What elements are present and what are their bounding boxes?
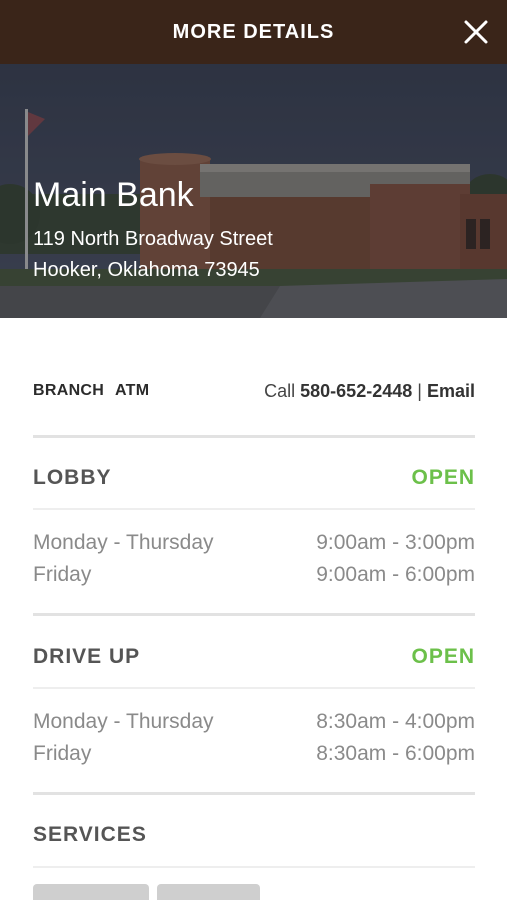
lobby-title: LOBBY (33, 466, 112, 489)
header-bar: MORE DETAILS (0, 0, 507, 64)
call-prefix: Call (264, 381, 296, 401)
lobby-hours-time: 9:00am - 6:00pm (316, 563, 475, 586)
service-chip[interactable] (157, 884, 260, 900)
contact-links: Call 580-652-2448 | Email (264, 381, 475, 402)
drive-up-status-badge: OPEN (411, 645, 475, 668)
app-screen: MORE DETAILS Main Bank 119 North Broadwa… (0, 0, 507, 900)
phone-link[interactable]: 580-652-2448 (300, 381, 412, 401)
atm-tab[interactable]: ATM (115, 382, 149, 400)
address-line-1: 119 North Broadway Street (33, 228, 273, 250)
branch-name: Main Bank (33, 176, 194, 214)
drive-up-hours-time: 8:30am - 6:00pm (316, 742, 475, 765)
divider (33, 866, 475, 868)
divider (33, 792, 475, 795)
drive-up-hours-day: Friday (33, 742, 92, 765)
lobby-hours-day: Monday - Thursday (33, 531, 214, 554)
lobby-hours-day: Friday (33, 563, 92, 586)
lobby-hours-time: 9:00am - 3:00pm (316, 531, 475, 554)
divider (33, 613, 475, 616)
close-icon (464, 20, 488, 44)
contact-separator: | (417, 381, 422, 401)
divider (33, 687, 475, 689)
services-title: SERVICES (33, 823, 147, 846)
divider (33, 508, 475, 510)
address-line-2: Hooker, Oklahoma 73945 (33, 259, 260, 281)
close-button[interactable] (461, 17, 491, 47)
email-link[interactable]: Email (427, 381, 475, 401)
page-title: MORE DETAILS (172, 21, 335, 43)
drive-up-hours-day: Monday - Thursday (33, 710, 214, 733)
service-chip[interactable] (33, 884, 149, 900)
drive-up-title: DRIVE UP (33, 645, 141, 668)
drive-up-hours-time: 8:30am - 4:00pm (316, 710, 475, 733)
branch-hero-image: Main Bank 119 North Broadway Street Hook… (0, 64, 507, 318)
contact-row: BRANCH ATM Call 580-652-2448 | Email (33, 381, 475, 405)
divider (33, 435, 475, 438)
lobby-status-badge: OPEN (411, 466, 475, 489)
branch-tab[interactable]: BRANCH (33, 382, 104, 400)
